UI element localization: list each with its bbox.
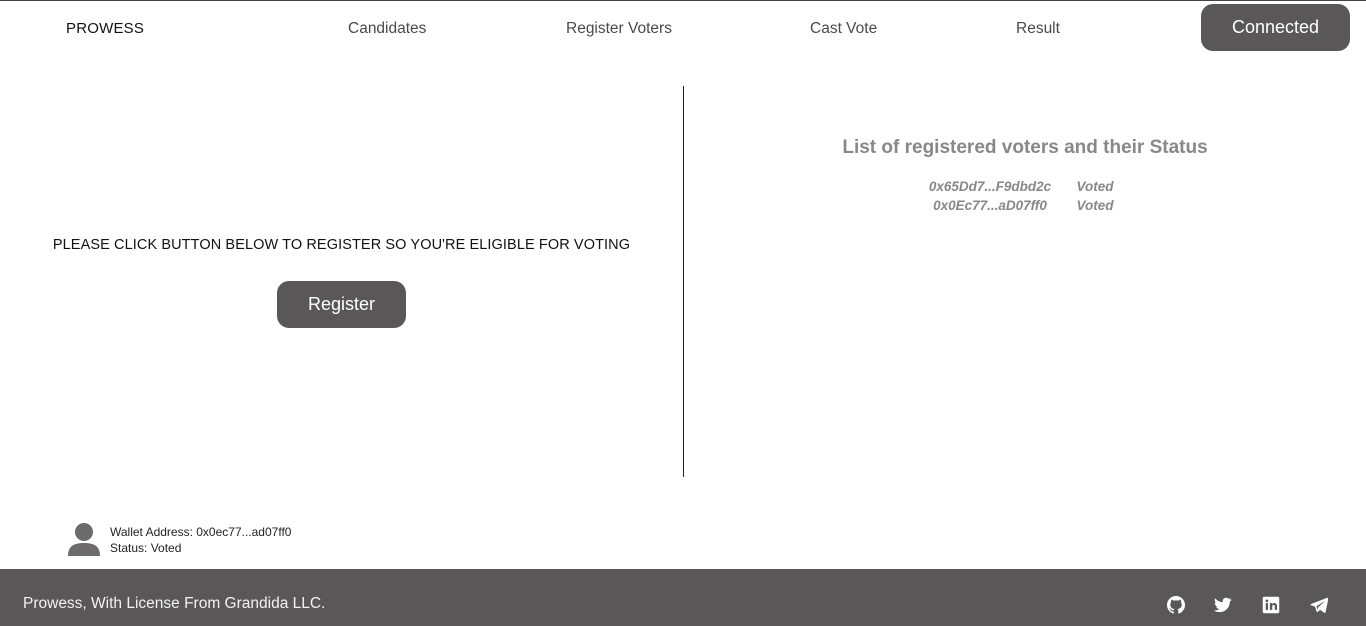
voters-list-title: List of registered voters and their Stat… bbox=[842, 137, 1208, 158]
user-icon bbox=[68, 523, 100, 556]
voter-address: 0x0Ec77...aD07ff0 bbox=[933, 198, 1047, 213]
twitter-icon[interactable] bbox=[1214, 596, 1232, 614]
wallet-status: Status: Voted bbox=[110, 541, 182, 555]
register-instruction: PLEASE CLICK BUTTON BELOW TO REGISTER SO… bbox=[52, 237, 631, 253]
footer-text: Prowess, With License From Grandida LLC. bbox=[23, 595, 326, 612]
linkedin-icon[interactable] bbox=[1262, 596, 1280, 614]
connected-button[interactable]: Connected bbox=[1201, 4, 1350, 51]
nav-link-result[interactable]: Result bbox=[1016, 20, 1060, 38]
brand-logo[interactable]: PROWESS bbox=[66, 20, 144, 37]
voter-row: 0x65Dd7...F9dbd2c Voted bbox=[684, 177, 1366, 196]
voters-list: 0x65Dd7...F9dbd2c Voted 0x0Ec77...aD07ff… bbox=[684, 177, 1366, 215]
telegram-icon[interactable] bbox=[1310, 596, 1328, 614]
nav-link-register-voters[interactable]: Register Voters bbox=[566, 20, 672, 38]
nav-link-cast-vote[interactable]: Cast Vote bbox=[810, 20, 877, 38]
voter-status: Voted bbox=[1076, 179, 1114, 194]
github-icon[interactable] bbox=[1167, 596, 1185, 614]
nav-link-candidates[interactable]: Candidates bbox=[348, 20, 426, 38]
register-button[interactable]: Register bbox=[277, 281, 406, 328]
wallet-address: Wallet Address: 0x0ec77...ad07ff0 bbox=[110, 525, 292, 539]
footer: Prowess, With License From Grandida LLC. bbox=[0, 569, 1366, 626]
voter-address: 0x65Dd7...F9dbd2c bbox=[928, 179, 1052, 194]
navbar: PROWESS Candidates Register Voters Cast … bbox=[0, 1, 1366, 55]
voter-row: 0x0Ec77...aD07ff0 Voted bbox=[684, 196, 1366, 215]
voter-status: Voted bbox=[1076, 198, 1114, 213]
